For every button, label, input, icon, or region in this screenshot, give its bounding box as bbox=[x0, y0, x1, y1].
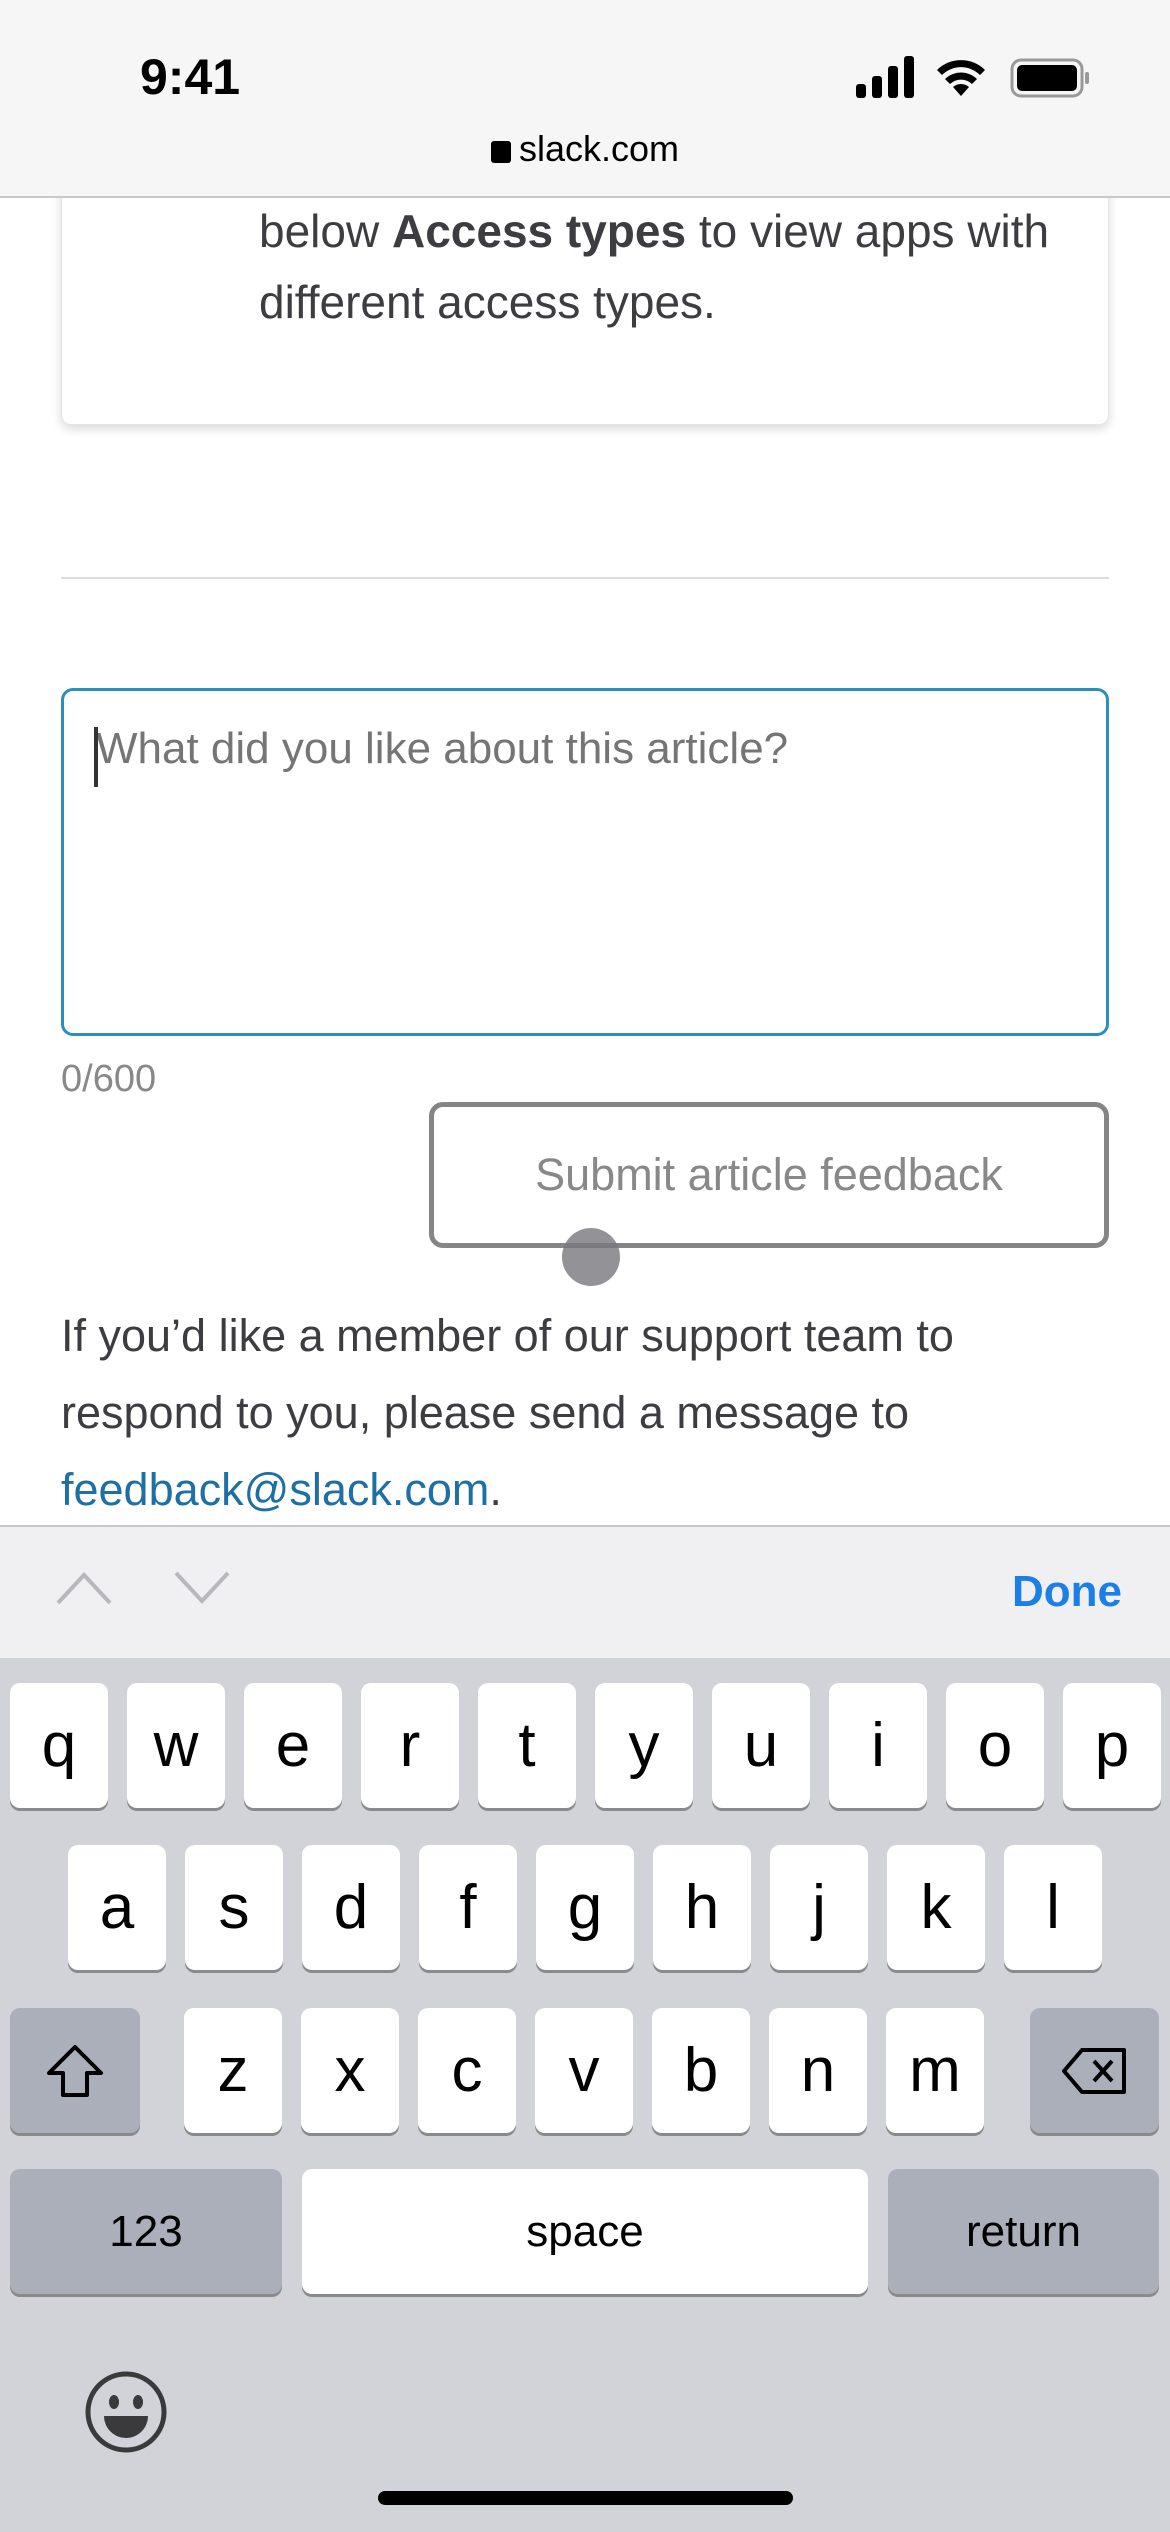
chevron-down-icon[interactable] bbox=[172, 1567, 232, 1607]
card-text-start: below bbox=[259, 205, 392, 257]
backspace-icon bbox=[1061, 2047, 1126, 2094]
url-text: slack.com bbox=[518, 128, 680, 169]
key-g[interactable]: g bbox=[536, 1845, 634, 1970]
shift-icon bbox=[47, 2044, 103, 2097]
card-text-bold: Access types bbox=[391, 205, 687, 257]
character-counter: 0/600 bbox=[61, 1058, 157, 1100]
key-z[interactable]: z bbox=[184, 2008, 282, 2133]
feedback-textarea[interactable] bbox=[61, 688, 1109, 1036]
key-a[interactable]: a bbox=[68, 1845, 166, 1970]
space-key[interactable]: space bbox=[302, 2169, 868, 2294]
key-q[interactable]: q bbox=[10, 1683, 108, 1808]
cellular-signal-icon bbox=[856, 56, 914, 98]
lock-icon bbox=[490, 141, 511, 163]
keyboard-accessory-bar: Done bbox=[0, 1525, 1170, 1658]
browser-top-bar: 9:41 slack.com bbox=[0, 0, 1170, 198]
submit-feedback-button[interactable]: Submit article feedback bbox=[429, 1102, 1109, 1248]
touch-indicator bbox=[562, 1228, 620, 1286]
key-y[interactable]: y bbox=[595, 1683, 693, 1808]
key-s[interactable]: s bbox=[185, 1845, 283, 1970]
key-v[interactable]: v bbox=[535, 2008, 633, 2133]
shift-key[interactable] bbox=[10, 2008, 140, 2133]
key-e[interactable]: e bbox=[244, 1683, 342, 1808]
done-button[interactable]: Done bbox=[1012, 1567, 1122, 1617]
home-indicator bbox=[378, 2491, 793, 2505]
key-o[interactable]: o bbox=[946, 1683, 1044, 1808]
emoji-icon[interactable] bbox=[84, 2370, 168, 2454]
url-bar[interactable]: slack.com bbox=[0, 128, 1170, 170]
battery-icon bbox=[1010, 58, 1089, 98]
key-n[interactable]: n bbox=[769, 2008, 867, 2133]
chevron-up-icon[interactable] bbox=[54, 1567, 114, 1607]
key-h[interactable]: h bbox=[653, 1845, 751, 1970]
key-w[interactable]: w bbox=[127, 1683, 225, 1808]
key-r[interactable]: r bbox=[361, 1683, 459, 1808]
status-time: 9:41 bbox=[140, 49, 241, 105]
key-j[interactable]: j bbox=[770, 1845, 868, 1970]
support-end: . bbox=[489, 1464, 502, 1515]
key-m[interactable]: m bbox=[886, 2008, 984, 2133]
key-x[interactable]: x bbox=[301, 2008, 399, 2133]
key-k[interactable]: k bbox=[887, 1845, 985, 1970]
key-l[interactable]: l bbox=[1004, 1845, 1102, 1970]
key-c[interactable]: c bbox=[418, 2008, 516, 2133]
key-u[interactable]: u bbox=[712, 1683, 810, 1808]
return-key[interactable]: return bbox=[888, 2169, 1159, 2294]
key-i[interactable]: i bbox=[829, 1683, 927, 1808]
key-p[interactable]: p bbox=[1063, 1683, 1161, 1808]
key-f[interactable]: f bbox=[419, 1845, 517, 1970]
card-text: below Access types to view apps with dif… bbox=[259, 196, 1059, 338]
divider bbox=[61, 577, 1109, 579]
wifi-icon bbox=[937, 60, 985, 96]
key-d[interactable]: d bbox=[302, 1845, 400, 1970]
support-text: If you’d like a member of our support te… bbox=[61, 1297, 1121, 1528]
text-caret bbox=[94, 727, 98, 787]
key-b[interactable]: b bbox=[652, 2008, 750, 2133]
numbers-key[interactable]: 123 bbox=[10, 2169, 282, 2294]
support-message: If you’d like a member of our support te… bbox=[61, 1310, 954, 1438]
feedback-email-link[interactable]: feedback@slack.com bbox=[61, 1464, 489, 1515]
key-t[interactable]: t bbox=[478, 1683, 576, 1808]
delete-key[interactable] bbox=[1030, 2008, 1159, 2133]
